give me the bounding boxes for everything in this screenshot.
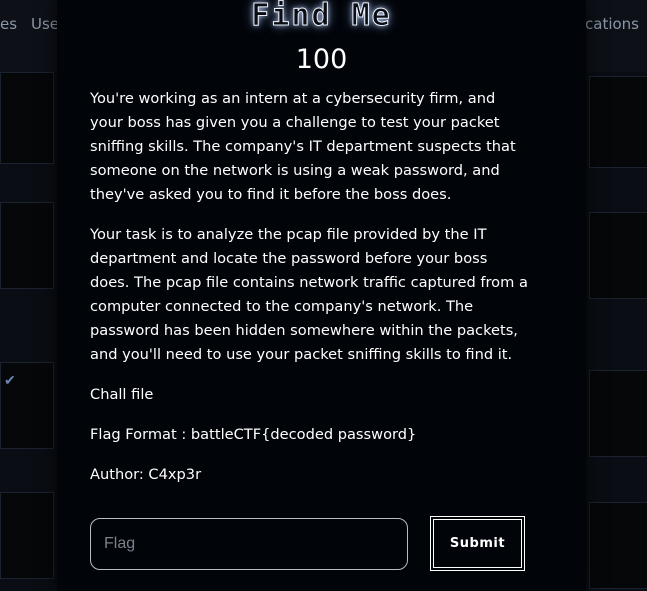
submit-button[interactable]: Submit (430, 516, 525, 571)
solved-check-icon: ✔ (4, 372, 16, 388)
flag-format-text: Flag Format : battleCTF{decoded password… (90, 426, 417, 443)
challenge-tile[interactable] (0, 492, 54, 579)
challenge-tile[interactable] (589, 212, 647, 299)
challenge-tile[interactable] (0, 72, 54, 164)
challenge-tile[interactable] (589, 502, 647, 589)
background-challenge-column-right (586, 72, 647, 591)
challenge-tile[interactable] (0, 202, 54, 289)
nav-item-users[interactable]: Use (31, 15, 59, 33)
description-paragraph: You're working as an intern at a cyberse… (90, 90, 516, 203)
chall-file-label: Chall file (90, 386, 154, 403)
page: es Use Notifications ✔ Find Me 100 You'r… (0, 0, 647, 591)
challenge-title: Find Me (251, 0, 392, 34)
background-challenge-column-left (0, 72, 57, 591)
challenge-tile[interactable] (589, 370, 647, 457)
author-text: Author: C4xp3r (90, 466, 202, 483)
description-paragraph: Your task is to analyze the pcap file pr… (90, 226, 528, 363)
challenge-tile[interactable] (589, 76, 647, 168)
challenge-modal: Find Me 100 You're working as an intern … (57, 0, 586, 591)
nav-item-challenges[interactable]: es (0, 15, 17, 33)
flag-input[interactable] (90, 518, 408, 570)
challenge-description: You're working as an intern at a cyberse… (90, 87, 530, 383)
challenge-points: 100 (295, 44, 348, 75)
